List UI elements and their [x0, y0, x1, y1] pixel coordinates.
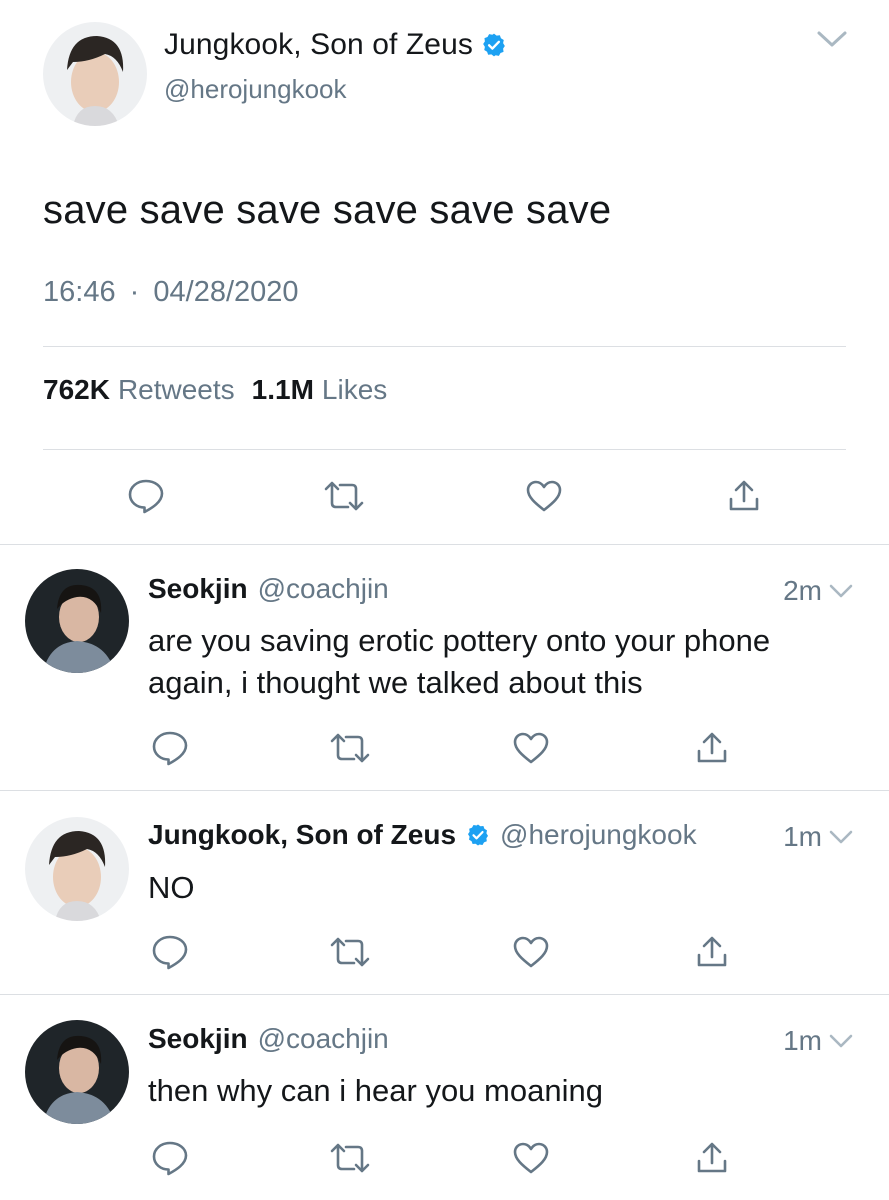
like-icon[interactable]	[524, 478, 564, 514]
reply-timestamp[interactable]: 1m	[783, 821, 822, 853]
tweet-text: save save save save save save	[43, 188, 612, 232]
share-icon[interactable]	[692, 934, 732, 970]
share-icon[interactable]	[692, 1140, 732, 1176]
action-bar	[0, 1140, 889, 1176]
reply-icon[interactable]	[150, 730, 190, 766]
author-row: Jungkook, Son of Zeus	[164, 28, 507, 62]
author-handle[interactable]: @coachjin	[258, 573, 389, 605]
reply-text: are you saving erotic pottery onto your …	[148, 623, 771, 700]
author-name[interactable]: Jungkook, Son of Zeus	[148, 819, 456, 851]
reply-text: NO	[148, 870, 195, 905]
avatar[interactable]	[25, 817, 129, 921]
action-bar	[0, 730, 889, 766]
verified-badge-icon	[466, 823, 490, 847]
retweets-count[interactable]: 762K	[43, 374, 110, 406]
share-icon[interactable]	[724, 478, 764, 514]
chevron-down-icon[interactable]	[828, 828, 854, 846]
avatar[interactable]	[25, 1020, 129, 1124]
reply-icon[interactable]	[126, 478, 166, 514]
reply-meta: 1m	[783, 1025, 854, 1057]
likes-count[interactable]: 1.1M	[252, 374, 314, 406]
tweet-timestamp[interactable]: 16:46 · 04/28/2020	[43, 276, 299, 309]
main-tweet: Jungkook, Son of Zeus @herojungkook save…	[0, 0, 889, 544]
tweet-time: 16:46	[43, 276, 116, 308]
reply-meta: 1m	[783, 821, 854, 853]
timestamp-separator: ·	[129, 276, 140, 308]
reply-tweet[interactable]: Seokjin @coachjin 1m then why can i hear…	[0, 995, 889, 1200]
tweet-date: 04/28/2020	[153, 276, 299, 308]
reply-icon[interactable]	[150, 934, 190, 970]
author-name[interactable]: Seokjin	[148, 1023, 248, 1055]
author-name[interactable]: Seokjin	[148, 573, 248, 605]
retweets-label[interactable]: Retweets	[118, 374, 235, 406]
like-icon[interactable]	[511, 730, 551, 766]
retweet-icon[interactable]	[330, 730, 370, 766]
reply-text: then why can i hear you moaning	[148, 1073, 603, 1108]
chevron-down-icon[interactable]	[828, 1032, 854, 1050]
avatar[interactable]	[25, 569, 129, 673]
action-bar	[0, 934, 889, 970]
author-handle[interactable]: @herojungkook	[164, 74, 347, 105]
reply-timestamp[interactable]: 1m	[783, 1025, 822, 1057]
author-handle[interactable]: @coachjin	[258, 1023, 389, 1055]
reply-timestamp[interactable]: 2m	[783, 575, 822, 607]
likes-label[interactable]: Likes	[322, 374, 387, 406]
like-icon[interactable]	[511, 1140, 551, 1176]
reply-header: Jungkook, Son of Zeus @herojungkook	[148, 819, 697, 851]
chevron-down-icon[interactable]	[828, 582, 854, 600]
reply-header: Seokjin @coachjin	[148, 1023, 389, 1055]
author-handle[interactable]: @herojungkook	[500, 819, 697, 851]
retweet-icon[interactable]	[330, 1140, 370, 1176]
retweet-icon[interactable]	[324, 478, 364, 514]
divider	[43, 449, 846, 450]
like-icon[interactable]	[511, 934, 551, 970]
avatar[interactable]	[43, 22, 147, 126]
retweet-icon[interactable]	[330, 934, 370, 970]
reply-tweet[interactable]: Seokjin @coachjin 2m are you saving erot…	[0, 545, 889, 790]
divider	[43, 346, 846, 347]
reply-icon[interactable]	[150, 1140, 190, 1176]
action-bar	[0, 478, 889, 514]
author-name[interactable]: Jungkook, Son of Zeus	[164, 28, 473, 62]
reply-tweet[interactable]: Jungkook, Son of Zeus @herojungkook 1m N…	[0, 791, 889, 994]
verified-badge-icon	[481, 32, 507, 58]
share-icon[interactable]	[692, 730, 732, 766]
tweet-stats: 762K Retweets 1.1M Likes	[43, 374, 404, 406]
reply-meta: 2m	[783, 575, 854, 607]
chevron-down-icon[interactable]	[815, 28, 849, 50]
reply-header: Seokjin @coachjin	[148, 573, 389, 605]
